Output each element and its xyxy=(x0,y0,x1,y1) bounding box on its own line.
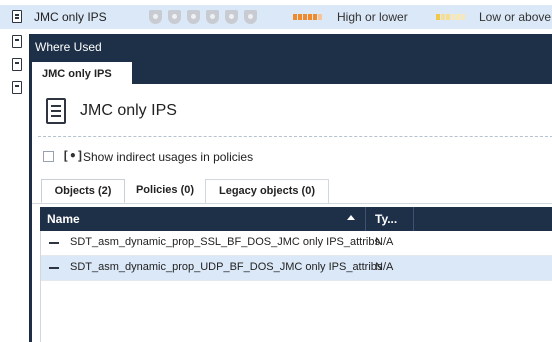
severity-bar xyxy=(293,14,322,20)
network-object-icon xyxy=(12,81,22,94)
show-indirect-label[interactable]: Show indirect usages in policies xyxy=(83,150,253,164)
grid-border xyxy=(40,231,41,342)
blade-icons xyxy=(149,10,257,24)
tab-objects[interactable]: Objects (2) xyxy=(41,179,125,203)
dialog-body: JMC only IPS [•] Show indirect usages in… xyxy=(32,84,552,342)
tab-jmc-only-ips[interactable]: JMC only IPS xyxy=(32,59,132,87)
gear-shield-icon xyxy=(206,10,219,24)
background-list-row[interactable]: JMC only IPS High or lower Low or above xyxy=(0,5,552,29)
confidence-label: Low or above xyxy=(479,10,552,24)
tab-legacy-objects[interactable]: Legacy objects (0) xyxy=(205,179,329,203)
network-object-icon xyxy=(12,58,22,71)
tab-legacy-objects-label: Legacy objects (0) xyxy=(219,185,315,197)
confidence-bar xyxy=(436,14,465,20)
star-shield-icon xyxy=(187,10,200,24)
network-object-icon xyxy=(12,35,22,48)
tab-policies-label: Policies (0) xyxy=(135,184,195,196)
column-divider[interactable] xyxy=(413,207,414,231)
badge-icon xyxy=(168,10,181,24)
separator xyxy=(38,136,552,137)
tab-objects-label: Objects (2) xyxy=(54,185,112,197)
severity-label: High or lower xyxy=(337,10,408,24)
table-row[interactable]: SDT_asm_dynamic_prop_SSL_BF_DOS_JMC only… xyxy=(40,231,552,256)
network-object-icon xyxy=(46,98,66,124)
row-name: SDT_asm_dynamic_prop_SSL_BF_DOS_JMC only… xyxy=(70,236,380,248)
shield-icon xyxy=(149,10,162,24)
tab-divider xyxy=(32,203,552,204)
column-divider[interactable] xyxy=(365,207,366,231)
indirect-usage-icon: [•] xyxy=(62,149,84,163)
lock-shield-icon xyxy=(244,10,257,24)
check-shield-icon xyxy=(225,10,238,24)
object-type-icon xyxy=(49,242,59,244)
background-row-name: JMC only IPS xyxy=(34,10,107,24)
column-header-type[interactable]: Ty... xyxy=(375,212,397,226)
column-header-name[interactable]: Name xyxy=(47,212,80,226)
network-object-icon xyxy=(12,10,22,23)
where-used-dialog: Where Used JMC only IPS JMC only IPS [•]… xyxy=(29,34,552,342)
dialog-title: Where Used xyxy=(35,40,102,54)
tab-label: JMC only IPS xyxy=(42,68,112,80)
table-row[interactable]: SDT_asm_dynamic_prop_UDP_BF_DOS_JMC only… xyxy=(40,256,552,281)
tab-policies[interactable]: Policies (0) xyxy=(125,179,205,203)
row-type: N/A xyxy=(375,236,394,248)
row-name: SDT_asm_dynamic_prop_UDP_BF_DOS_JMC only… xyxy=(70,261,383,273)
object-type-icon xyxy=(49,267,59,269)
show-indirect-checkbox[interactable] xyxy=(43,151,54,162)
object-name: JMC only IPS xyxy=(80,102,177,119)
row-type: N/A xyxy=(375,261,394,273)
grid-header: Name Ty... xyxy=(40,207,552,231)
sort-ascending-icon[interactable] xyxy=(347,215,355,220)
